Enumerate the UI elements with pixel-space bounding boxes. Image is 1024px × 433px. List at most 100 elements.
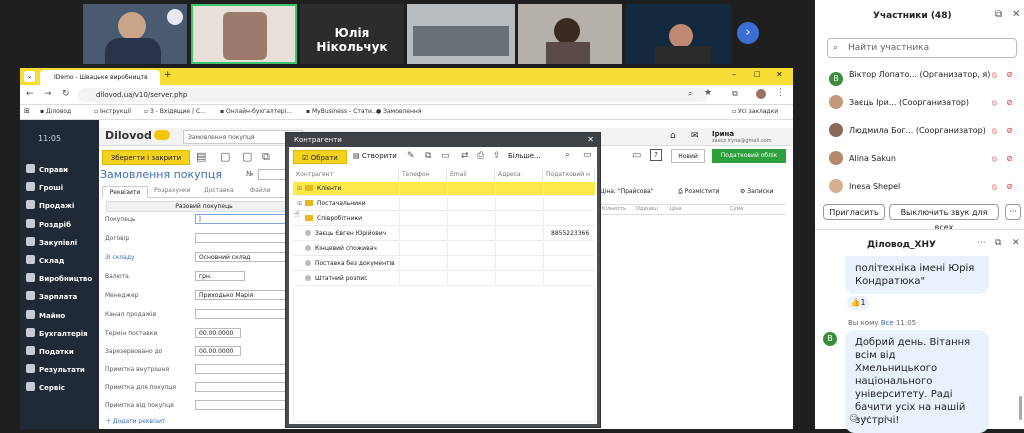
sidebar-item[interactable]: Склад: [26, 253, 64, 269]
close-icon[interactable]: ✕: [1012, 238, 1020, 248]
field-input[interactable]: грн.: [195, 271, 245, 281]
field-input[interactable]: 00.00.0000: [195, 346, 241, 356]
participant-item[interactable]: Заєць Іри... (Соорганизатор) ⦸ ⊘: [829, 94, 1019, 112]
bookmark-item[interactable]: ▫ Інструкції: [94, 108, 131, 115]
bookmark-star-icon[interactable]: ★: [704, 88, 712, 98]
sidebar-item[interactable]: Гроші: [26, 180, 63, 196]
participant-item[interactable]: Alina Sakun ⦸ ⊘: [829, 150, 1019, 168]
one-time-customer-header[interactable]: Разовий покупець: [106, 201, 302, 212]
invite-button[interactable]: Пригласить: [823, 204, 885, 220]
chat-icon[interactable]: ▭: [632, 150, 641, 161]
camera-off-icon[interactable]: ⊘: [1006, 66, 1013, 84]
col-tax-number[interactable]: Податковий н: [543, 169, 595, 181]
camera-off-icon[interactable]: ⊘: [1006, 150, 1013, 168]
tab-menu-icon[interactable]: ⌄: [24, 71, 35, 82]
sidebar-item[interactable]: Зарплата: [26, 289, 77, 305]
apps-icon[interactable]: ⊞: [24, 107, 30, 115]
sidebar-item[interactable]: Бухгалтерія: [26, 326, 88, 342]
back-icon[interactable]: ←: [26, 89, 34, 99]
next-page-button[interactable]: ›: [737, 22, 759, 44]
copy-icon[interactable]: ⧉: [262, 150, 270, 164]
col-address[interactable]: Адреса: [495, 169, 543, 181]
reply-icon[interactable]: ↩: [863, 414, 871, 424]
export-icon[interactable]: ⇪: [493, 151, 501, 161]
maximize-icon[interactable]: □: [754, 70, 761, 78]
subtab-files[interactable]: Файли: [250, 187, 270, 194]
field-input[interactable]: 00.00.0000: [195, 328, 241, 338]
participant-item[interactable]: Людмила Бог... (Соорганизатор) ⦸ ⊘: [829, 122, 1019, 140]
col-email[interactable]: Email: [447, 169, 495, 181]
col-phone[interactable]: Телефон: [399, 169, 447, 181]
lock-icon[interactable]: ⌂: [670, 131, 676, 141]
reload-icon[interactable]: ↻: [62, 89, 70, 99]
browser-tab[interactable]: IDemo - Швацьке виробництв: [40, 70, 160, 85]
mic-muted-icon[interactable]: ⦸: [992, 178, 997, 196]
mic-muted-icon[interactable]: ⦸: [992, 94, 997, 112]
new-button[interactable]: Новий: [671, 149, 705, 163]
minimize-icon[interactable]: –: [732, 70, 736, 79]
copy-icon[interactable]: ⧉: [425, 151, 431, 161]
edit-icon[interactable]: ✎: [407, 151, 415, 161]
place-button[interactable]: ⎙ Розмістити: [678, 188, 719, 196]
table-row[interactable]: Кінцевий споживач: [293, 242, 595, 256]
extensions-icon[interactable]: ⧉: [732, 89, 738, 99]
subtab-delivery[interactable]: Доставка: [204, 187, 234, 194]
popout-icon[interactable]: ⧉: [995, 238, 1001, 248]
popout-icon[interactable]: ⧉: [995, 9, 1002, 20]
folder-icon[interactable]: ▭: [441, 151, 450, 161]
participant-item[interactable]: Inesa Shepel ⦸ ⊘: [829, 178, 1019, 196]
close-icon[interactable]: ✕: [587, 133, 594, 147]
create-button[interactable]: ▤ Створити: [353, 152, 397, 160]
sidebar-item[interactable]: Роздріб: [26, 217, 71, 233]
chat-more-icon[interactable]: ···: [977, 238, 986, 248]
search-icon[interactable]: ⌕: [565, 150, 570, 160]
message-more-icon[interactable]: ···: [879, 414, 888, 424]
move-icon[interactable]: ⇄: [461, 151, 469, 161]
user-name[interactable]: Ірина: [712, 130, 734, 138]
reaction-badge[interactable]: 👍1: [847, 296, 869, 310]
table-row[interactable]: Співробітники: [293, 212, 595, 226]
more-button[interactable]: Більше...: [508, 152, 541, 160]
bookmark-item[interactable]: ▪ Онлайн-бухгалтері...: [220, 108, 292, 115]
price-type-label[interactable]: Ціна: "Прайсова": [600, 188, 653, 195]
video-tile[interactable]: [83, 4, 187, 64]
camera-off-icon[interactable]: ⊘: [1006, 178, 1013, 196]
mute-all-button[interactable]: Выключить звук для всех: [889, 204, 999, 232]
table-row[interactable]: ⊞ Клієнти: [293, 182, 595, 196]
sidebar-item[interactable]: Продажі: [26, 198, 74, 214]
expand-icon[interactable]: ⊞: [297, 182, 305, 196]
url-input[interactable]: dilovod.ua/v10/server.php: [78, 88, 708, 102]
browser-menu-icon[interactable]: ⋮: [776, 88, 785, 98]
help-icon[interactable]: ?: [650, 149, 662, 161]
sidebar-item[interactable]: Податки: [26, 344, 74, 360]
mic-muted-icon[interactable]: ⦸: [992, 122, 997, 140]
table-row[interactable]: ⊞ Постачальники: [293, 197, 595, 211]
sidebar-item[interactable]: Виробництво: [26, 271, 92, 287]
expand-icon[interactable]: ⊞: [297, 197, 305, 211]
bookmark-item[interactable]: ▪ MyBusiness - Стати...: [306, 108, 378, 115]
camera-off-icon[interactable]: ⊘: [1006, 94, 1013, 112]
table-row[interactable]: Заєць Євген Юрійович 8855223366: [293, 227, 595, 241]
number-input[interactable]: [258, 169, 286, 180]
sidebar-item[interactable]: Справи: [26, 162, 68, 178]
mic-muted-icon[interactable]: ⦸: [992, 66, 997, 84]
new-tab-icon[interactable]: +: [164, 70, 172, 80]
participant-item[interactable]: В Віктор Лопато... (Организатор, я) ⦸ ⊘: [829, 66, 1019, 86]
close-icon[interactable]: ✕: [1012, 9, 1020, 20]
subtab-requisites[interactable]: Реквізити: [102, 186, 148, 198]
add-requisite-link[interactable]: + Додати реквізит: [106, 418, 165, 425]
save-menu-icon[interactable]: ▤: [196, 150, 206, 163]
forward-icon[interactable]: →: [44, 89, 52, 99]
react-icon[interactable]: ☺: [849, 414, 858, 424]
notifications-icon[interactable]: ✉: [691, 131, 699, 141]
video-tile[interactable]: [518, 4, 622, 64]
bookmark-item[interactable]: ▪ Діловод: [40, 108, 71, 115]
sidebar-item[interactable]: Сервіс: [26, 380, 65, 396]
sidebar-item[interactable]: Закупівлі: [26, 235, 77, 251]
video-tile-active-speaker[interactable]: [191, 4, 297, 64]
more-options-button[interactable]: ···: [1005, 204, 1021, 220]
select-button[interactable]: ☑ Обрати: [293, 150, 347, 164]
comment-icon[interactable]: ▭: [583, 150, 592, 160]
save-close-button[interactable]: Зберегти і закрити: [102, 150, 190, 165]
profile-avatar[interactable]: [756, 89, 766, 99]
